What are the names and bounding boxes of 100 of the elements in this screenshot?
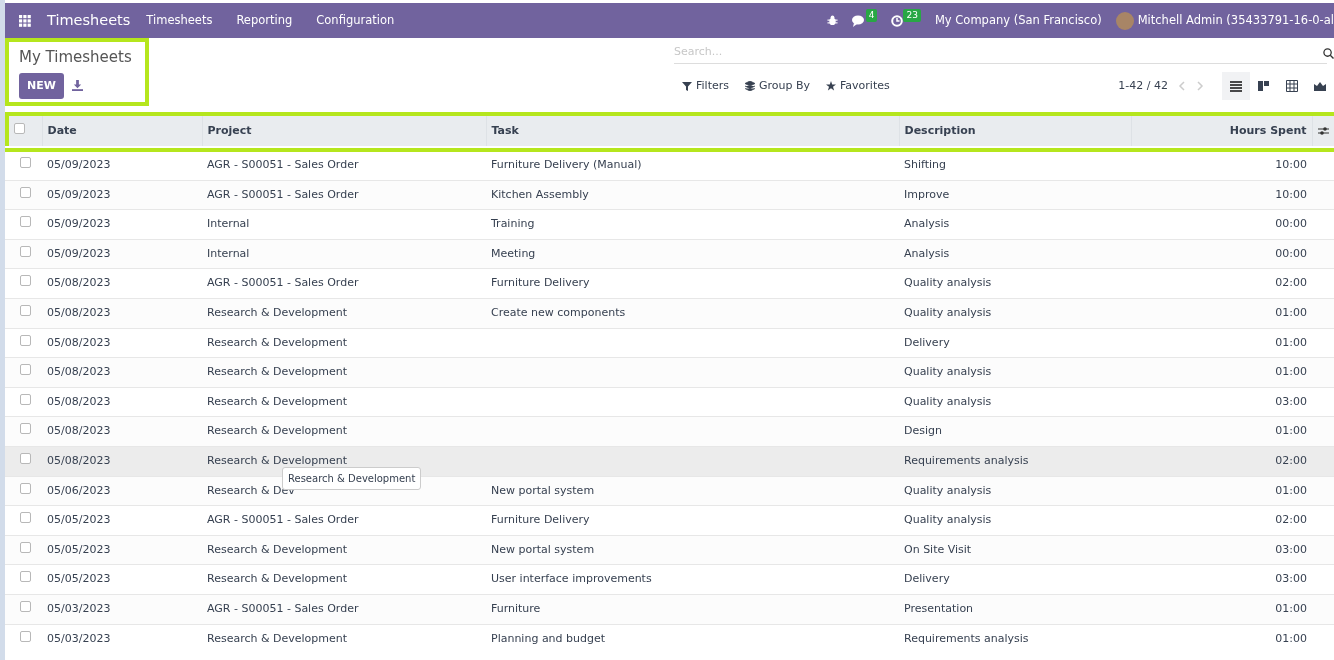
user-menu[interactable]: Mitchell Admin (35433791-16-0-al [1137,11,1334,30]
table-cell: 05/06/2023 [47,483,111,497]
table-cell: Furniture Delivery [491,513,590,527]
avatar[interactable] [1115,11,1134,30]
row-checkbox[interactable] [20,482,31,494]
clock-icon[interactable] [891,14,904,27]
sliders-icon[interactable] [1317,125,1329,136]
table-cell: Delivery [904,335,950,349]
row-checkbox[interactable] [20,186,31,198]
table-cell: Research & Development [207,572,348,586]
table-cell: New portal system [491,483,595,497]
table-cell: 05/03/2023 [47,631,111,645]
download-icon[interactable] [71,80,83,92]
menu-item[interactable]: Configuration [316,11,395,30]
row-checkbox[interactable] [20,364,31,376]
chat-icon[interactable] [851,14,866,27]
column-header[interactable]: Description [904,123,976,137]
table-cell: 01:00 [1275,306,1307,319]
column-header[interactable]: Task [491,123,519,137]
menu-item[interactable]: Reporting [236,11,293,30]
table-cell: Analysis [904,246,950,260]
table-cell: 05/09/2023 [47,217,111,231]
table-cell: Research & Development [207,454,348,467]
row-checkbox[interactable] [20,571,31,583]
column-header[interactable]: Project [207,123,252,137]
menu-item[interactable]: Timesheets [146,11,213,30]
new-button[interactable]: NEW [19,72,64,99]
table-cell: 05/08/2023 [47,394,111,408]
table-cell: 05/03/2023 [47,601,111,615]
row-checkbox[interactable] [20,630,31,642]
table-cell: 02:00 [1275,276,1307,290]
row-checkbox[interactable] [20,541,31,553]
table-cell: 05/08/2023 [47,424,111,438]
table-cell: 05/05/2023 [47,542,111,556]
app-title[interactable]: Timesheets [47,9,131,32]
page-title: My Timesheets [19,47,133,68]
table-cell: Research & Development [207,335,348,349]
pager: 1-42 / 42 [1118,77,1168,94]
row-checkbox[interactable] [20,512,31,524]
table-cell: 10:00 [1275,158,1307,172]
table-cell: Create new components [491,306,626,319]
row-checkbox[interactable] [20,334,31,346]
row-checkbox[interactable] [20,393,31,405]
row-checkbox[interactable] [20,216,31,228]
table-cell: AGR - S00051 - Sales Order [207,158,359,172]
row-checkbox[interactable] [20,275,31,287]
table-cell: Meeting [491,246,536,260]
table-cell: Requirements analysis [904,454,1029,467]
row-checkbox[interactable] [20,245,31,257]
table-cell: Presentation [904,601,974,615]
grid-view-icon [1286,80,1298,92]
table-cell: Requirements analysis [904,631,1029,645]
table-cell: Research & Development [207,631,348,645]
table-cell: 05/09/2023 [47,158,111,172]
table-cell: AGR - S00051 - Sales Order [207,601,359,615]
row-checkbox[interactable] [20,600,31,612]
table-cell: 02:00 [1275,513,1307,527]
company-switcher[interactable]: My Company (San Francisco) [934,11,1102,30]
message-count: 4 [865,8,878,23]
filter-button[interactable]: Filters [682,77,729,95]
table-cell: Improve [904,187,950,201]
table-cell: Quality analysis [904,365,992,379]
table-cell: AGR - S00051 - Sales Order [207,276,359,290]
table-cell: 01:00 [1275,365,1307,379]
table-cell: 01:00 [1275,601,1307,615]
table-cell: Research & Development [207,424,348,438]
table-cell: Quality analysis [904,306,992,319]
apps-menu-icon[interactable] [19,14,31,27]
table-cell: 05/08/2023 [47,306,111,319]
view-switch-button[interactable] [1222,72,1250,100]
table-cell: Quality analysis [904,276,992,290]
chevron-left-icon[interactable] [1178,81,1186,91]
table-cell: Quality analysis [904,483,992,497]
activity-count: 23 [903,8,921,23]
table-cell: User interface improvements [491,572,652,586]
table-cell: 00:00 [1275,217,1307,231]
table-cell: Shifting [904,158,946,172]
filter-button[interactable]: Favorites [826,77,890,95]
row-checkbox[interactable] [20,423,31,435]
table-cell: On Site Visit [904,542,972,556]
chevron-right-icon[interactable] [1196,81,1204,91]
column-header[interactable]: Date [47,123,77,137]
table-cell: AGR - S00051 - Sales Order [207,187,359,201]
kanban-view-icon [1258,80,1270,92]
area-chart-icon [1314,80,1326,92]
table-cell: New portal system [491,542,595,556]
row-checkbox[interactable] [20,305,31,316]
table-cell: Training [491,217,535,231]
table-cell: AGR - S00051 - Sales Order [207,513,359,527]
select-all-checkbox[interactable] [14,122,25,134]
bug-icon[interactable] [826,15,838,26]
list-view-icon [1230,80,1242,92]
table-cell: Research & Development [207,306,348,319]
row-checkbox[interactable] [20,157,31,169]
row-checkbox[interactable] [20,453,31,464]
table-cell: 01:00 [1275,335,1307,349]
table-cell: 01:00 [1275,424,1307,438]
table-cell: 03:00 [1275,542,1307,556]
filter-icon [682,81,692,91]
filter-button[interactable]: Group By [745,77,811,95]
